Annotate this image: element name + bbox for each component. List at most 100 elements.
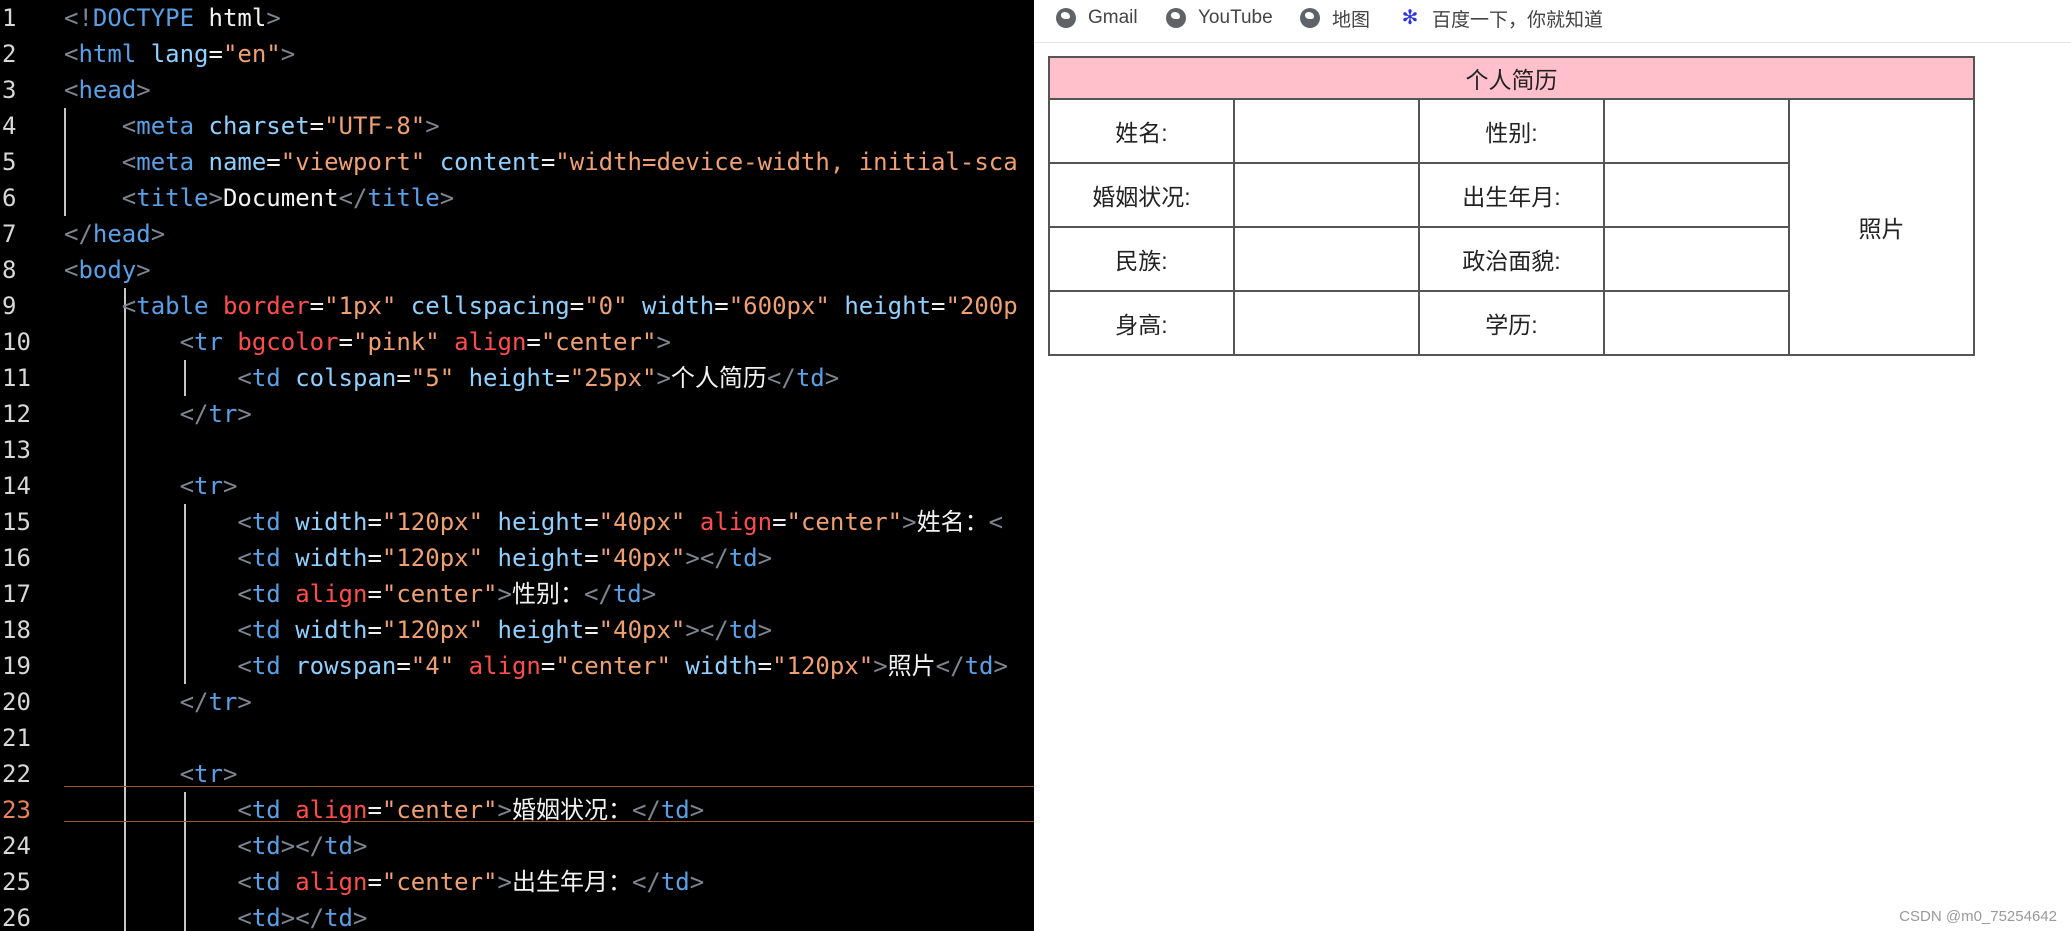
line-number: 9 (2, 292, 17, 320)
code-line[interactable]: 4 <meta charset="UTF-8"> (0, 108, 1034, 144)
code-line[interactable]: 9 <table border="1px" cellspacing="0" wi… (0, 288, 1034, 324)
code-token: < (237, 652, 252, 680)
code-token: = (555, 364, 570, 392)
code-token: table (136, 292, 209, 320)
code-line[interactable]: 26 <td></td> (0, 900, 1034, 931)
code-token: = (714, 292, 729, 320)
line-number: 20 (2, 688, 31, 716)
globe-icon (1056, 8, 1076, 28)
code-text: <td></td> (64, 828, 367, 864)
label-height: 身高: (1048, 290, 1235, 356)
code-line[interactable]: 24 <td></td> (0, 828, 1034, 864)
code-token: width (280, 508, 368, 536)
code-text: <table border="1px" cellspacing="0" widt… (64, 288, 1018, 324)
code-text: <td width="120px" height="40px" align="c… (64, 504, 1003, 540)
bookmark-youtube[interactable]: YouTube (1166, 5, 1273, 31)
code-token: > (689, 796, 705, 824)
code-line[interactable]: 8 <body> (0, 252, 1034, 288)
label-ethnicity: 民族: (1048, 226, 1235, 292)
code-token: body (78, 256, 137, 284)
code-token: "center" (786, 508, 903, 536)
code-token: </ (631, 796, 661, 824)
code-token: = (540, 148, 556, 176)
code-line[interactable]: 19 <td rowspan="4" align="center" width=… (0, 648, 1034, 684)
code-line[interactable]: 17 <td align="center">性别：</td> (0, 576, 1034, 612)
code-token: td (251, 616, 281, 644)
line-number: 4 (2, 112, 17, 140)
code-line[interactable]: 23 <td align="center">婚姻状况：</td> (0, 792, 1034, 828)
code-token: < (64, 76, 79, 104)
code-token: > (353, 832, 368, 860)
code-token: "120px" (772, 652, 874, 680)
code-line[interactable]: 18 <td width="120px" height="40px"></td> (0, 612, 1034, 648)
globe-icon (1166, 8, 1186, 28)
bookmark-map[interactable]: 地图 (1300, 5, 1370, 31)
code-token: = (338, 328, 353, 356)
value-birth-date (1603, 162, 1790, 228)
code-token: ></ (685, 616, 729, 644)
code-token: > (757, 616, 773, 644)
code-token: > (689, 868, 705, 896)
code-token: "4" (410, 652, 455, 680)
code-editor[interactable]: 1 <!DOCTYPE html> 2 <html lang="en"> 3 <head>… (0, 0, 1034, 931)
code-line[interactable]: 15 <td width="120px" height="40px" align… (0, 504, 1034, 540)
code-token: > (222, 472, 238, 500)
code-line[interactable]: 3 <head> (0, 72, 1034, 108)
code-line[interactable]: 6 <title>Document</title> (0, 180, 1034, 216)
code-token: = (757, 652, 773, 680)
code-line[interactable]: 1 <!DOCTYPE html> (0, 0, 1034, 36)
code-token: < (988, 508, 1004, 536)
code-line[interactable]: 13 (0, 432, 1034, 468)
code-token: = (208, 40, 223, 68)
line-number: 11 (2, 364, 31, 392)
code-text: <html lang="en"> (64, 36, 295, 72)
code-token: </ (583, 580, 613, 608)
code-line[interactable]: 25 <td align="center">出生年月：</td> (0, 864, 1034, 900)
code-token: = (367, 868, 382, 896)
code-token: name (194, 148, 267, 176)
code-token: "600px" (728, 292, 830, 320)
code-line[interactable]: 21 (0, 720, 1034, 756)
code-token: < (179, 472, 195, 500)
label-marital-status: 婚姻状况: (1048, 162, 1235, 228)
code-token: align (439, 328, 527, 356)
code-line[interactable]: 14 <tr> (0, 468, 1034, 504)
code-line[interactable]: 2 <html lang="en"> (0, 36, 1034, 72)
code-line[interactable]: 7 </head> (0, 216, 1034, 252)
code-line[interactable]: 20 </tr> (0, 684, 1034, 720)
code-token: colspan (280, 364, 397, 392)
code-token: height (454, 364, 556, 392)
code-token: = (584, 616, 599, 644)
code-token: ></ (280, 832, 325, 860)
code-token: title (367, 184, 440, 212)
code-token: = (772, 508, 787, 536)
code-token: < (237, 580, 252, 608)
code-line[interactable]: 22 <tr> (0, 756, 1034, 792)
code-token: height (483, 544, 585, 572)
code-line[interactable]: 10 <tr bgcolor="pink" align="center"> (0, 324, 1034, 360)
code-text: <td width="120px" height="40px"></td> (64, 612, 772, 648)
code-line[interactable]: 12 </tr> (0, 396, 1034, 432)
code-token: > (757, 544, 773, 572)
code-token: html (78, 40, 137, 68)
bookmark-baidu[interactable]: ✻ 百度一下，你就知道 (1400, 5, 1603, 31)
code-token: "120px" (381, 616, 484, 644)
code-token: td (251, 580, 281, 608)
line-number: 5 (2, 148, 17, 176)
code-line[interactable]: 16 <td width="120px" height="40px"></td> (0, 540, 1034, 576)
resume-table: 个人简历 姓名: 性别: 照片 婚姻状况: 出生年月: 民族: 政治面貌: 身高… (1048, 56, 1975, 356)
code-token: < (237, 868, 252, 896)
code-line[interactable]: 5 <meta name="viewport" content="width=d… (0, 144, 1034, 180)
line-number: 26 (2, 904, 31, 931)
line-number: 22 (2, 760, 31, 788)
code-token: "40px" (598, 544, 686, 572)
code-line[interactable]: 11 <td colspan="5" height="25px">个人简历</t… (0, 360, 1034, 396)
bookmark-gmail[interactable]: Gmail (1056, 5, 1138, 31)
code-token: bgcolor (222, 328, 339, 356)
code-token: align (454, 652, 541, 680)
code-token: </ (338, 184, 368, 212)
